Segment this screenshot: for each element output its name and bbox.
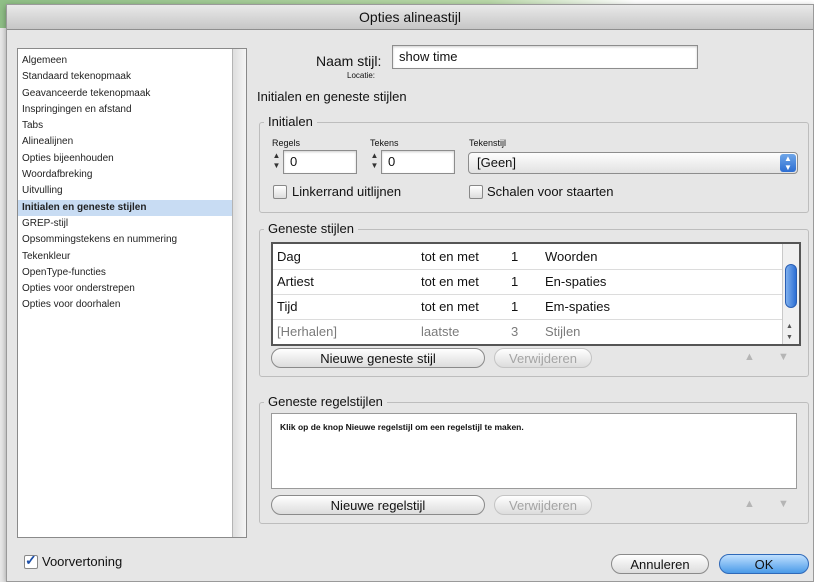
sidebar-item[interactable]: Tabs [18, 118, 232, 134]
nested-style-count: 3 [511, 324, 519, 339]
nested-line-hint: Klik op de knop Nieuwe regelstijl om een… [280, 422, 524, 432]
sidebar-item[interactable]: GREP-stijl [18, 216, 232, 232]
dialog-window: Opties alineastijl Algemeen Standaard tek… [6, 4, 814, 582]
new-line-style-button[interactable]: Nieuwe regelstijl [271, 495, 485, 515]
move-down-icon[interactable]: ▼ [778, 351, 789, 363]
sidebar-item[interactable]: Opsommingstekens en nummering [18, 232, 232, 248]
chevron-updown-icon: ▲ ▼ [780, 154, 796, 172]
sidebar-item[interactable]: OpenType-functies [18, 265, 232, 281]
chars-input[interactable]: 0 [381, 150, 455, 174]
line-move-up-icon[interactable]: ▲ [744, 498, 755, 510]
charstyle-select[interactable]: [Geen] ▲ ▼ [468, 152, 798, 174]
category-list-items: Algemeen Standaard tekenopmaak Geavanceerd… [18, 53, 232, 314]
nested-style-style: Dag [277, 249, 301, 264]
sidebar-item[interactable]: Alinealijnen [18, 134, 232, 150]
new-nested-style-button[interactable]: Nieuwe geneste stijl [271, 348, 485, 368]
scroll-up-icon[interactable]: ▲ [786, 323, 793, 330]
nested-style-row[interactable]: Dag tot en met 1 Woorden [273, 244, 783, 269]
sidebar-item[interactable]: Opties bijeenhouden [18, 151, 232, 167]
nested-style-op: tot en met [421, 249, 479, 264]
ok-button[interactable]: OK [719, 554, 809, 574]
delete-nested-style-button[interactable]: Verwijderen [494, 348, 592, 368]
sidebar-item[interactable]: Uitvulling [18, 183, 232, 199]
scale-checkbox[interactable] [469, 185, 483, 199]
nested-style-count: 1 [511, 274, 519, 289]
location-label: Locatie: [347, 71, 376, 80]
nested-style-style: Tijd [277, 299, 298, 314]
preview-checkbox[interactable]: ✓ [24, 552, 38, 569]
cancel-button[interactable]: Annuleren [611, 554, 709, 574]
section-title: Initialen en geneste stijlen [257, 89, 407, 104]
nested-style-unit: Stijlen [545, 324, 581, 339]
nested-styles-title: Geneste stijlen [264, 221, 358, 236]
nested-style-row[interactable]: [Herhalen] laatste 3 Stijlen [273, 319, 783, 344]
move-up-icon[interactable]: ▲ [744, 351, 755, 363]
sidebar-item[interactable]: Standaard tekenopmaak [18, 69, 232, 85]
initials-group-title: Initialen [264, 114, 317, 129]
scroll-thumb[interactable] [785, 264, 797, 308]
chars-label: Tekens [370, 138, 399, 148]
checkmark-icon: ✓ [25, 552, 37, 568]
nested-style-row[interactable]: Tijd tot en met 1 Em-spaties [273, 294, 783, 319]
category-list-scrollbar[interactable] [232, 49, 246, 537]
nested-styles-list[interactable]: Dag tot en met 1 Woorden Artiest tot en met 1 E… [271, 242, 801, 346]
scale-label: Schalen voor staarten [487, 184, 614, 199]
sidebar-item[interactable]: Geavanceerde tekenopmaak [18, 86, 232, 102]
nested-line-styles-list[interactable]: Klik op de knop Nieuwe regelstijl om een… [271, 413, 797, 489]
lines-input[interactable]: 0 [283, 150, 357, 174]
chars-stepper-icon[interactable]: ▲ ▼ [369, 151, 380, 173]
nested-style-unit: Em-spaties [545, 299, 611, 314]
nested-style-row[interactable]: Artiest tot en met 1 En-spaties [273, 269, 783, 294]
nested-style-unit: Woorden [545, 249, 598, 264]
sidebar-item[interactable]: Inspringingen en afstand [18, 102, 232, 118]
lines-label: Regels [272, 138, 301, 148]
delete-line-style-button[interactable]: Verwijderen [494, 495, 592, 515]
category-list[interactable]: Algemeen Standaard tekenopmaak Geavanceerd… [17, 48, 247, 538]
nested-style-unit: En-spaties [545, 274, 607, 289]
nested-style-op: laatste [421, 324, 460, 339]
nested-style-count: 1 [511, 249, 519, 264]
charstyle-value: [Geen] [477, 155, 517, 170]
nested-style-style: [Herhalen] [277, 324, 337, 339]
sidebar-item[interactable]: Initialen en geneste stijlen [18, 199, 232, 216]
sidebar-item[interactable]: Algemeen [18, 53, 232, 69]
lines-stepper-icon[interactable]: ▲ ▼ [271, 151, 282, 173]
sidebar-item[interactable]: Tekenkleur [18, 249, 232, 265]
sidebar-item[interactable]: Opties voor onderstrepen [18, 281, 232, 297]
line-move-down-icon[interactable]: ▼ [778, 498, 789, 510]
nested-styles-scrollbar[interactable]: ▲ ▼ [782, 244, 799, 344]
nested-line-styles-title: Geneste regelstijlen [264, 394, 387, 409]
scroll-down-icon[interactable]: ▼ [786, 334, 793, 341]
align-left-checkbox[interactable] [273, 185, 287, 199]
window-title: Opties alineastijl [7, 5, 813, 30]
sidebar-item[interactable]: Opties voor doorhalen [18, 297, 232, 313]
nested-style-op: tot en met [421, 274, 479, 289]
nested-style-count: 1 [511, 299, 519, 314]
nested-style-op: tot en met [421, 299, 479, 314]
charstyle-label: Tekenstijl [469, 138, 507, 148]
sidebar-item[interactable]: Woordafbreking [18, 167, 232, 183]
nested-style-style: Artiest [277, 274, 314, 289]
preview-label: Voorvertoning [42, 554, 123, 569]
align-left-label: Linkerrand uitlijnen [292, 184, 402, 199]
style-name-label: Naam stijl: [316, 53, 382, 69]
style-name-input[interactable]: show time [392, 45, 698, 69]
